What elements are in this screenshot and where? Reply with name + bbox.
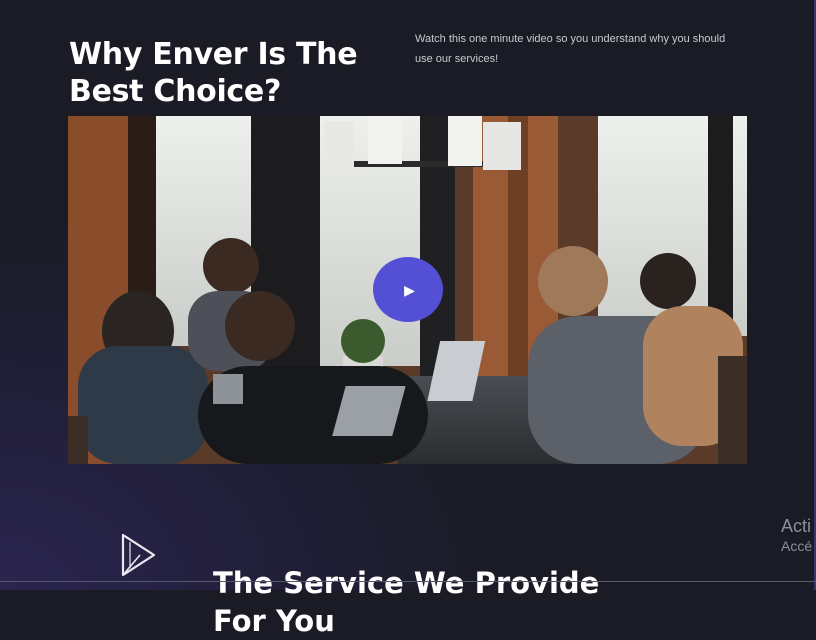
watermark-line-1: Acti (781, 516, 812, 536)
section-divider (0, 581, 816, 582)
play-icon: ▶ (404, 281, 415, 298)
play-outline-icon (121, 533, 156, 577)
intro-text: Watch this one minute video so you under… (415, 33, 726, 65)
section-headline: Why Enver Is The Best Choice? (69, 37, 358, 110)
play-button[interactable]: ▶ (373, 257, 443, 322)
video-player[interactable]: ▶ (68, 116, 747, 464)
activation-watermark: Acti Accé (781, 515, 812, 555)
services-title: The Service We Provide For You (213, 566, 600, 639)
watermark-line-2: Accé (781, 538, 813, 554)
